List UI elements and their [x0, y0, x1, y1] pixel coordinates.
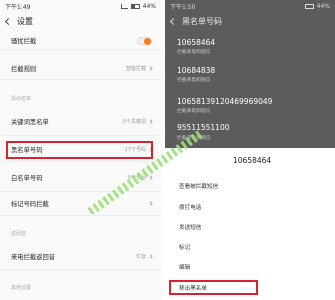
blacklist-number[interactable]: 10658464	[177, 38, 215, 47]
blacklist-number-sub: 拦截来电和短信	[177, 109, 211, 114]
blacklist-number-sub: 拦截来电和短信	[177, 50, 211, 55]
page-title: 设置	[17, 16, 33, 26]
blacklist-number[interactable]: 10658139120469969049	[177, 97, 272, 106]
chevron-right-icon	[148, 66, 153, 71]
chevron-right-icon	[148, 254, 153, 259]
blacklist-number[interactable]: 10684838	[177, 66, 215, 75]
row-label: 白名单号码	[11, 175, 43, 182]
sheet-title: 10658464	[233, 156, 272, 165]
title-bar: 黑名单号码	[165, 12, 335, 30]
status-time: 下午1:49	[5, 3, 31, 11]
row-ringback-tone[interactable]: 来电拦截返回音 忙音	[0, 244, 161, 270]
back-arrow-icon[interactable]	[4, 17, 13, 25]
section-header: 黑白名单	[11, 96, 32, 102]
chevron-right-icon	[148, 119, 153, 124]
row-value: 智能拦截	[125, 66, 146, 72]
page-title: 黑名单号码	[182, 16, 222, 26]
battery-level: 44%	[142, 2, 156, 10]
guide-arrow-icon	[88, 130, 203, 214]
blacklist-number-sub: 拦截来电和短信	[177, 78, 211, 83]
menu-send-sms[interactable]: 发送短信	[179, 223, 201, 231]
menu-mark[interactable]: 标记	[179, 243, 190, 251]
title-bar: 设置	[0, 12, 161, 30]
row-label: 关键词黑名单	[11, 119, 49, 126]
battery-icon	[130, 3, 140, 9]
status-bar: 下午1:49 44%	[0, 0, 161, 12]
section-header: 其他设置	[11, 285, 32, 291]
row-label: 来电拦截返回音	[11, 254, 56, 261]
signal-icon	[120, 3, 128, 9]
menu-edit[interactable]: 编辑	[179, 263, 190, 271]
highlight-box	[169, 280, 258, 295]
harass-toggle[interactable]	[137, 36, 152, 45]
status-bar: 下午1:50 44%	[165, 0, 335, 12]
back-arrow-icon[interactable]	[169, 17, 178, 25]
row-value: 0个关键词	[122, 119, 146, 125]
row-label: 标记号码拦截	[11, 201, 49, 208]
screenshot-canvas: 下午1:49 44% 设置 骚扰拦截 拦截规则 智能拦截 黑白名单 关键词黑名单…	[0, 0, 335, 300]
battery-icon	[304, 3, 314, 9]
row-harass-block[interactable]: 骚扰拦截	[0, 32, 161, 50]
row-label: 拦截规则	[11, 66, 37, 73]
battery-level: 44%	[316, 2, 330, 10]
row-label: 骚扰拦截	[11, 38, 37, 45]
row-block-rules[interactable]: 拦截规则 智能拦截	[0, 58, 161, 80]
row-value: 忙音	[135, 254, 146, 260]
status-time: 下午1:50	[170, 3, 196, 11]
section-header: 返回音	[11, 231, 27, 237]
